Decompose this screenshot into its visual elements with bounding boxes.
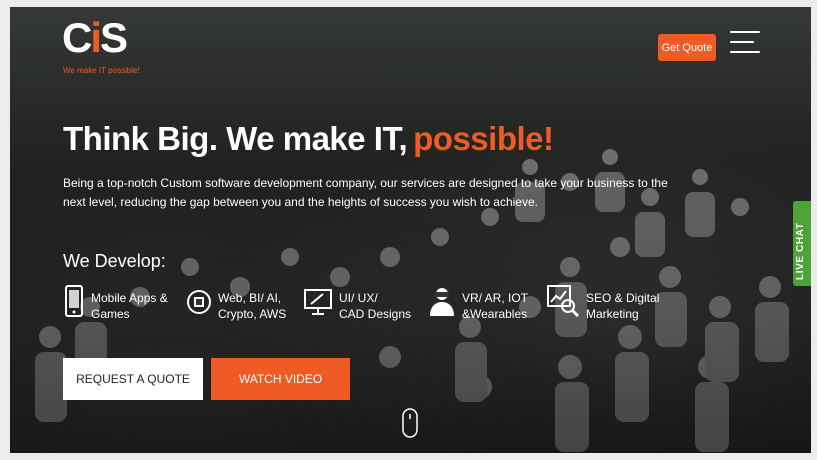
service-seo-digital[interactable]: SEO & Digital Marketing [546,284,659,328]
service-ui-ux[interactable]: UI/ UX/CAD Designs [303,284,411,328]
live-chat-tab[interactable]: LIVE CHAT [793,201,811,286]
cis-logo[interactable]: CiS We make IT possible! [62,14,140,78]
live-chat-label: LIVE CHAT [795,222,806,280]
logo-mark: CiS [62,14,128,61]
service-label: Crypto, AWS [218,307,287,321]
we-develop-heading: We Develop: [63,251,166,271]
chip-icon [187,290,211,314]
seo-analytics-icon [547,285,580,318]
service-mobile-apps[interactable]: Mobile Apps & Games [63,284,168,328]
mobile-phone-icon [65,285,83,317]
get-quote-button[interactable]: Get Quote [658,34,716,61]
service-vr-ar-iot[interactable]: VR/ AR, IOT &Wearables [428,284,528,328]
service-label: &Wearables [462,307,528,321]
service-web-bi-ai[interactable]: Web, BI/ AI, Crypto, AWS [186,284,286,328]
service-label: Web, BI/ AI, [218,291,282,305]
watch-video-button[interactable]: WATCH VIDEO [211,358,350,400]
vr-headset-icon [430,288,454,316]
hero-headline: Think Big. We make IT, possible! [63,120,554,157]
service-label: VR/ AR, IOT [462,291,529,305]
hero-description: Being a top-notch Custom software develo… [63,176,668,209]
mouse-scroll-icon[interactable] [402,408,418,438]
service-label: Mobile Apps & [91,291,168,305]
service-label: SEO & Digital [586,291,660,305]
service-label: Marketing [586,307,639,321]
service-label: CAD Designs [339,307,412,321]
hero-section: CiS We make IT possible! Get Quote Think… [10,7,811,453]
design-monitor-icon [304,289,332,315]
hamburger-menu-icon[interactable] [730,29,760,55]
service-label: Games [91,307,130,321]
logo-tagline: We make IT possible! [63,66,140,75]
request-quote-button[interactable]: REQUEST A QUOTE [63,358,203,400]
service-label: UI/ UX/ [339,291,378,305]
